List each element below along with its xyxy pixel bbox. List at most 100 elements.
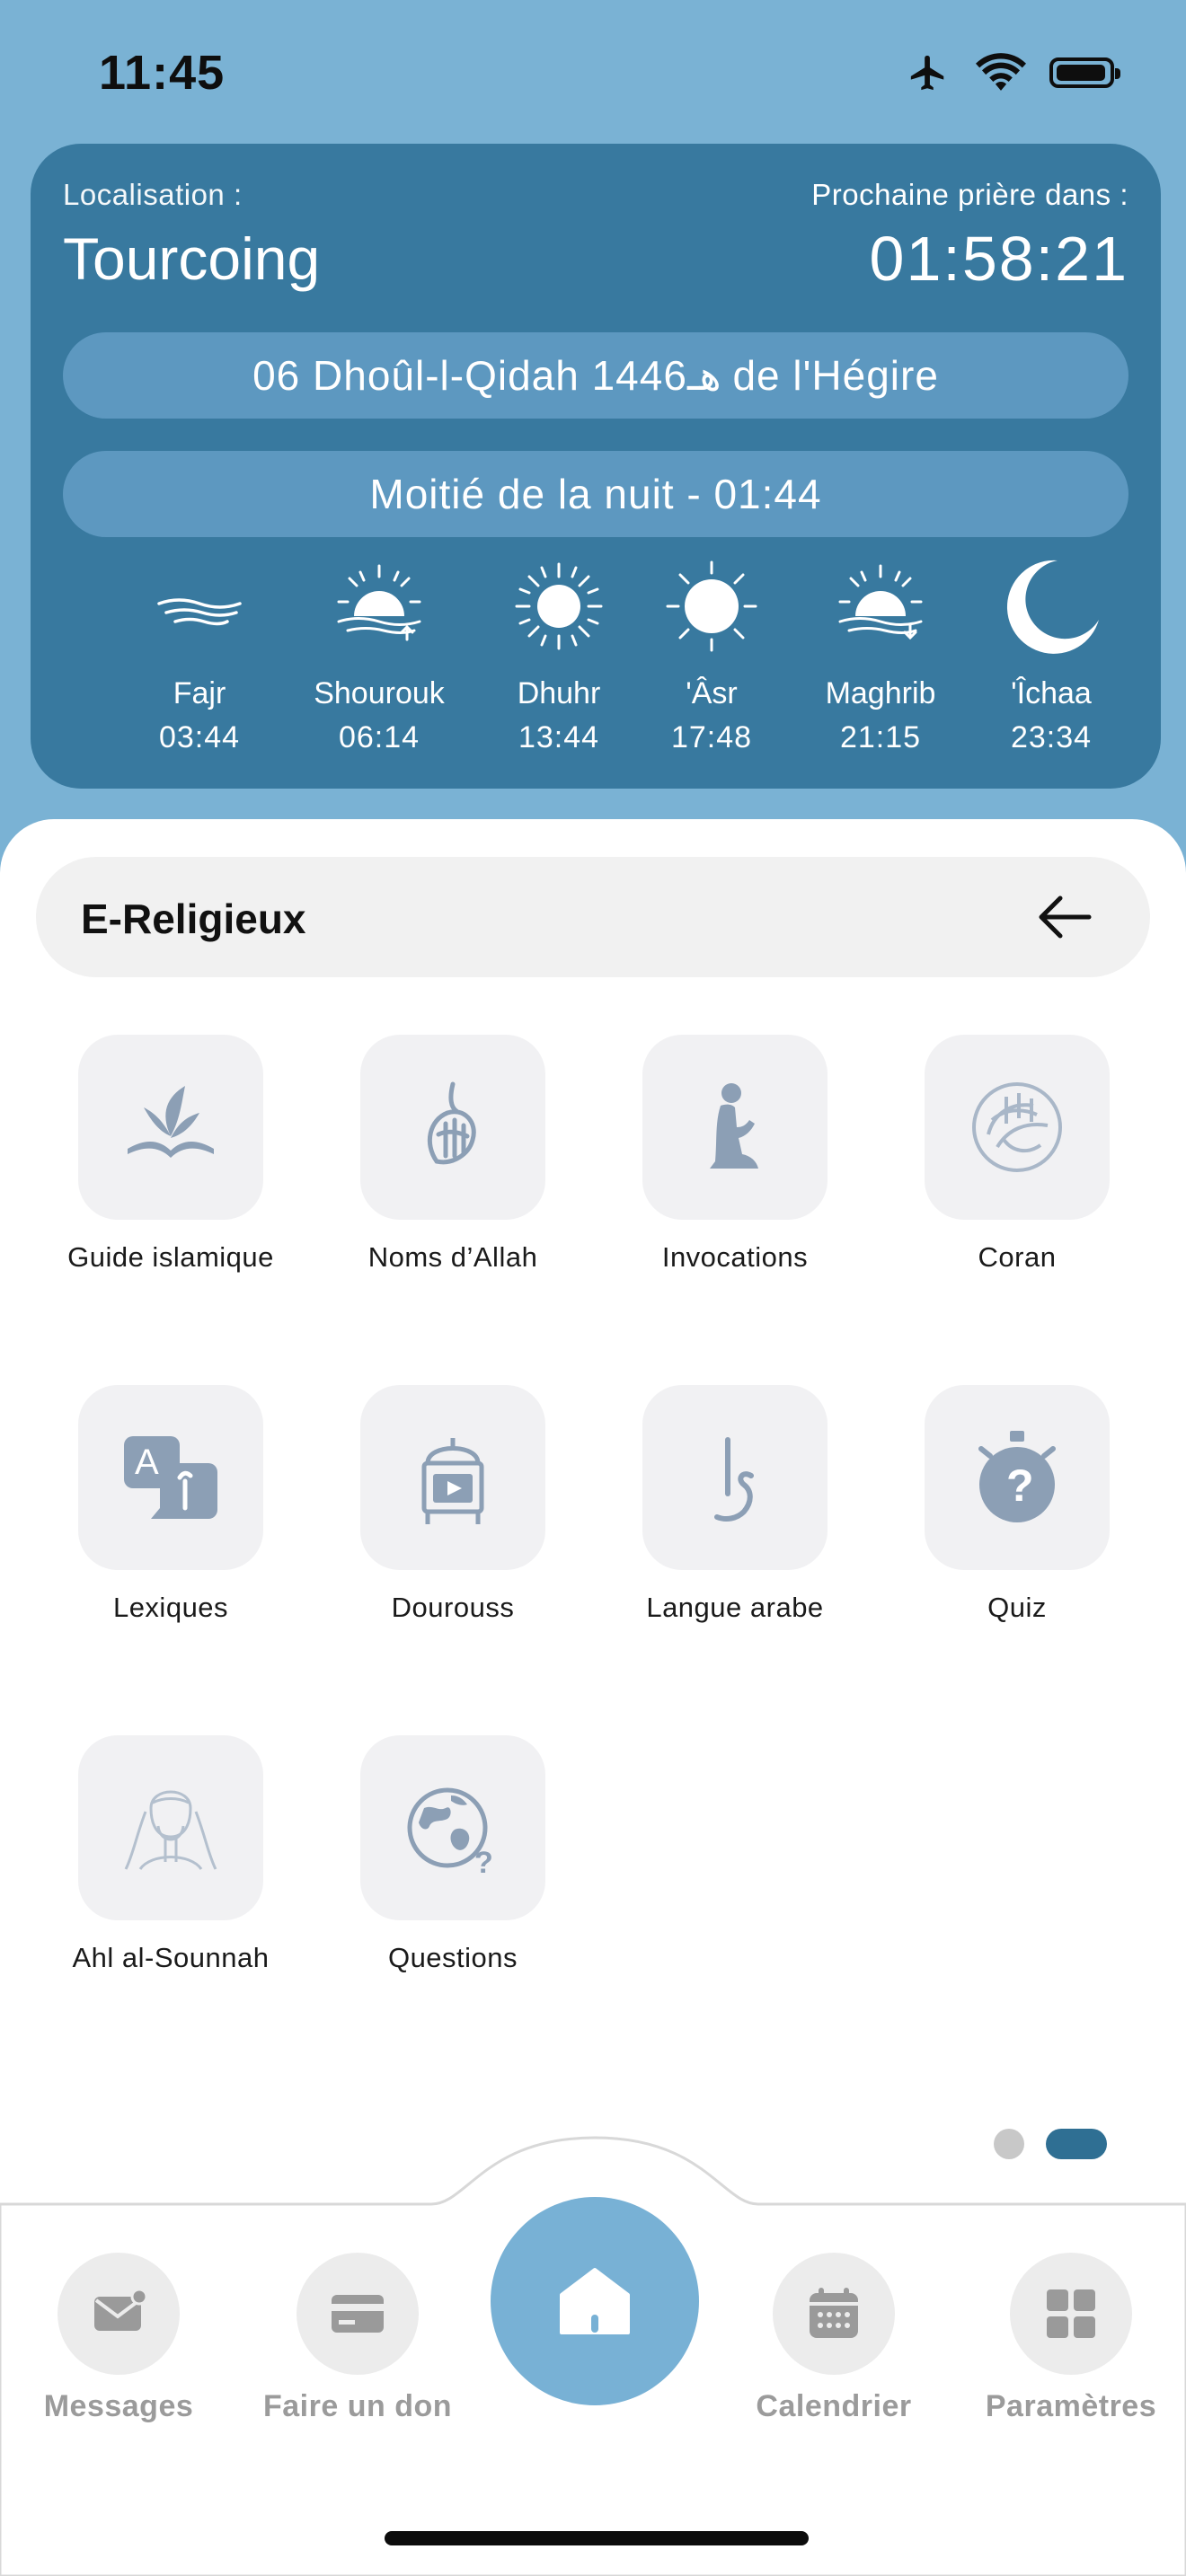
menu-tile[interactable] <box>642 1035 828 1220</box>
nav-donation-button[interactable] <box>296 2253 419 2375</box>
airplane-icon <box>910 55 944 91</box>
menu-tile[interactable] <box>78 1035 263 1220</box>
menu-tile[interactable] <box>642 1385 828 1570</box>
menu-item-quiz[interactable]: ? Quiz <box>882 1385 1152 1624</box>
location-city: Tourcoing <box>63 225 321 292</box>
prayer-list: Fajr 03:44 Shourouk 06:14 Dhuhr 13:44 'Â… <box>31 557 1161 772</box>
prayer-time: 03:44 <box>158 720 241 754</box>
prayer-time: 23:34 <box>1010 720 1093 754</box>
next-prayer-countdown: 01:58:21 <box>869 224 1128 294</box>
sun-icon <box>666 560 757 652</box>
menu-item-label: Coran <box>978 1241 1057 1273</box>
book-icon <box>128 1086 214 1158</box>
menu-item-ahl-al-sounnah[interactable]: Ahl al-Sounnah <box>36 1735 305 1974</box>
menu-item-label: Quiz <box>987 1592 1047 1623</box>
nav-settings-button[interactable] <box>1010 2253 1132 2375</box>
status-icons <box>904 52 1120 93</box>
section-title: E-Religieux <box>81 895 306 942</box>
prayer-time: 17:48 <box>670 720 753 754</box>
menu-item-label: Lexiques <box>112 1592 229 1623</box>
prayer-time: 06:14 <box>338 720 420 754</box>
location-label: Localisation : <box>63 178 243 211</box>
globe-question-icon: ? <box>407 1787 493 1880</box>
menu-item-label: Ahl al-Sounnah <box>72 1942 270 1973</box>
menu-item-dourouss[interactable]: Dourouss <box>318 1385 588 1624</box>
sun-icon <box>515 562 603 650</box>
nav-calendar-button[interactable] <box>773 2253 895 2375</box>
hijri-date-pill: 06 Dhoûl-l-Qidah 1446هـ de l'Hégire <box>63 332 1128 419</box>
quran-seal-icon <box>972 1082 1062 1172</box>
bottom-navigation: Messages Faire un don Calendrier Paramèt… <box>0 2129 1186 2576</box>
menu-tile[interactable] <box>925 1035 1110 1220</box>
nav-messages[interactable]: Messages <box>11 2253 226 2424</box>
battery-icon <box>1049 57 1120 88</box>
menu-item-label: Noms d’Allah <box>367 1241 538 1273</box>
nav-label: Faire un don <box>263 2389 452 2423</box>
menu-tile[interactable] <box>360 1035 545 1220</box>
prayer-fajr: Fajr 03:44 <box>110 557 289 755</box>
sunset-icon <box>838 564 923 640</box>
moon-icon <box>1006 560 1099 654</box>
svg-text:?: ? <box>1006 1460 1034 1511</box>
back-arrow-icon[interactable] <box>1033 887 1096 947</box>
wifi-icon <box>976 53 1026 91</box>
menu-item-coran[interactable]: Coran <box>882 1035 1152 1274</box>
nav-calendar[interactable]: Calendrier <box>726 2253 942 2424</box>
home-button[interactable] <box>491 2197 699 2405</box>
prayer-name: 'Îchaa <box>1011 676 1092 710</box>
translate-icon: A <box>124 1436 217 1519</box>
menu-item-noms-allah[interactable]: Noms d’Allah <box>318 1035 588 1274</box>
calendar-icon <box>810 2288 858 2338</box>
prayer-name: 'Âsr <box>686 676 738 710</box>
section-header: E-Religieux <box>36 857 1150 977</box>
prayer-name: Maghrib <box>825 676 936 710</box>
menu-item-lexiques[interactable]: A Lexiques <box>36 1385 305 1624</box>
nav-label: Paramètres <box>985 2389 1157 2423</box>
svg-text:?: ? <box>474 1846 493 1880</box>
menu-item-langue-arabe[interactable]: Langue arabe <box>600 1385 870 1624</box>
nav-label: Calendrier <box>756 2389 912 2423</box>
prayer-asr: 'Âsr 17:48 <box>622 557 801 755</box>
nav-donation[interactable]: Faire un don <box>250 2253 465 2424</box>
nav-settings[interactable]: Paramètres <box>963 2253 1179 2424</box>
status-bar: 11:45 <box>0 0 1186 144</box>
dawn-icon <box>157 598 242 626</box>
status-time: 11:45 <box>99 46 226 100</box>
menu-item-label: Dourouss <box>391 1592 515 1623</box>
svg-text:A: A <box>135 1442 159 1482</box>
card-icon <box>332 2295 384 2333</box>
calligraphy-icon <box>427 1081 476 1165</box>
prayer-ichaa: 'Îchaa 23:34 <box>961 557 1141 755</box>
message-icon <box>94 2288 148 2331</box>
sunrise-icon <box>337 564 421 641</box>
prayer-shourouk: Shourouk 06:14 <box>289 557 469 755</box>
prayer-name: Shourouk <box>314 676 445 710</box>
prayer-maghrib: Maghrib 21:15 <box>791 557 970 755</box>
quiz-stopwatch-icon: ? <box>978 1431 1056 1522</box>
grid-icon <box>1047 2289 1095 2338</box>
praying-person-icon <box>710 1083 758 1169</box>
prayer-time: 21:15 <box>839 720 922 754</box>
menu-item-invocations[interactable]: Invocations <box>600 1035 870 1274</box>
menu-item-label: Invocations <box>661 1241 809 1273</box>
scholar-icon <box>124 1790 217 1870</box>
midnight-pill: Moitié de la nuit - 01:44 <box>63 451 1128 537</box>
lesson-video-icon <box>421 1438 484 1524</box>
menu-tile[interactable]: ? <box>925 1385 1110 1570</box>
arabic-letter-icon <box>714 1437 754 1522</box>
menu-tile[interactable] <box>360 1385 545 1570</box>
nav-messages-button[interactable] <box>58 2253 180 2375</box>
menu-item-label: Questions <box>387 1942 518 1973</box>
menu-item-label: Langue arabe <box>646 1592 824 1623</box>
next-prayer-label: Prochaine prière dans : <box>811 178 1128 211</box>
menu-item-questions[interactable]: ? Questions <box>318 1735 588 1974</box>
menu-item-label: Guide islamique <box>67 1241 274 1273</box>
menu-tile[interactable]: ? <box>360 1735 545 1920</box>
home-indicator[interactable] <box>385 2531 809 2545</box>
menu-tile[interactable]: A <box>78 1385 263 1570</box>
prayer-name: Fajr <box>173 676 226 710</box>
nav-label: Messages <box>43 2389 194 2423</box>
menu-tile[interactable] <box>78 1735 263 1920</box>
home-icon <box>560 2268 630 2334</box>
menu-item-guide-islamique[interactable]: Guide islamique <box>36 1035 305 1274</box>
